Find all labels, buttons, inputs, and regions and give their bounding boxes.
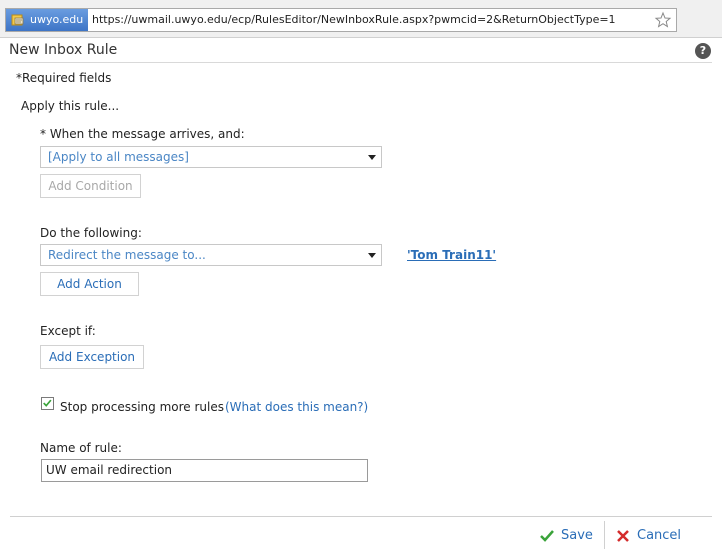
stop-processing-label: Stop processing more rules <box>60 400 224 414</box>
cancel-x-icon <box>617 530 629 542</box>
help-icon[interactable]: ? <box>695 43 711 59</box>
site-favicon-icon <box>11 14 24 26</box>
dialog-title: New Inbox Rule <box>9 42 118 58</box>
action-select-value: Redirect the message to... <box>48 248 206 262</box>
condition-label: * When the message arrives, and: <box>40 127 245 141</box>
stop-processing-checkbox[interactable] <box>41 397 54 410</box>
action-label: Do the following: <box>40 226 142 240</box>
what-does-this-mean-link[interactable]: (What does this mean?) <box>225 400 368 414</box>
save-button-label: Save <box>561 528 593 543</box>
add-condition-button[interactable]: Add Condition <box>40 174 141 198</box>
condition-select-value: [Apply to all messages] <box>48 150 189 164</box>
add-action-button[interactable]: Add Action <box>40 272 139 296</box>
footer-divider <box>10 516 712 517</box>
address-field[interactable]: uwyo.edu https://uwmail.uwyo.edu/ecp/Rul… <box>5 8 677 32</box>
action-select[interactable]: Redirect the message to... <box>40 244 382 266</box>
redirect-recipient-link[interactable]: 'Tom Train11' <box>407 248 496 262</box>
cancel-button[interactable]: Cancel <box>615 525 681 547</box>
apply-rule-heading: Apply this rule... <box>21 99 120 113</box>
save-button[interactable]: Save <box>539 525 593 547</box>
dropdown-arrow-icon <box>368 155 376 160</box>
exception-label: Except if: <box>40 324 96 338</box>
site-chip-label: uwyo.edu <box>30 13 84 26</box>
required-fields-note: *Required fields <box>16 71 112 85</box>
bookmark-star-icon[interactable] <box>654 11 672 29</box>
checkmark-icon <box>43 399 52 407</box>
footer-button-separator <box>604 521 605 549</box>
condition-select[interactable]: [Apply to all messages] <box>40 146 382 168</box>
browser-address-bar: uwyo.edu https://uwmail.uwyo.edu/ecp/Rul… <box>0 0 722 38</box>
add-exception-button[interactable]: Add Exception <box>40 345 144 369</box>
save-check-icon <box>540 530 554 542</box>
rule-name-input[interactable]: UW email redirection <box>41 459 368 482</box>
dropdown-arrow-icon <box>368 253 376 258</box>
cancel-button-label: Cancel <box>637 528 682 543</box>
rule-name-label: Name of rule: <box>40 441 122 455</box>
url-text[interactable]: https://uwmail.uwyo.edu/ecp/RulesEditor/… <box>92 9 616 31</box>
site-identity-chip[interactable]: uwyo.edu <box>6 9 88 31</box>
